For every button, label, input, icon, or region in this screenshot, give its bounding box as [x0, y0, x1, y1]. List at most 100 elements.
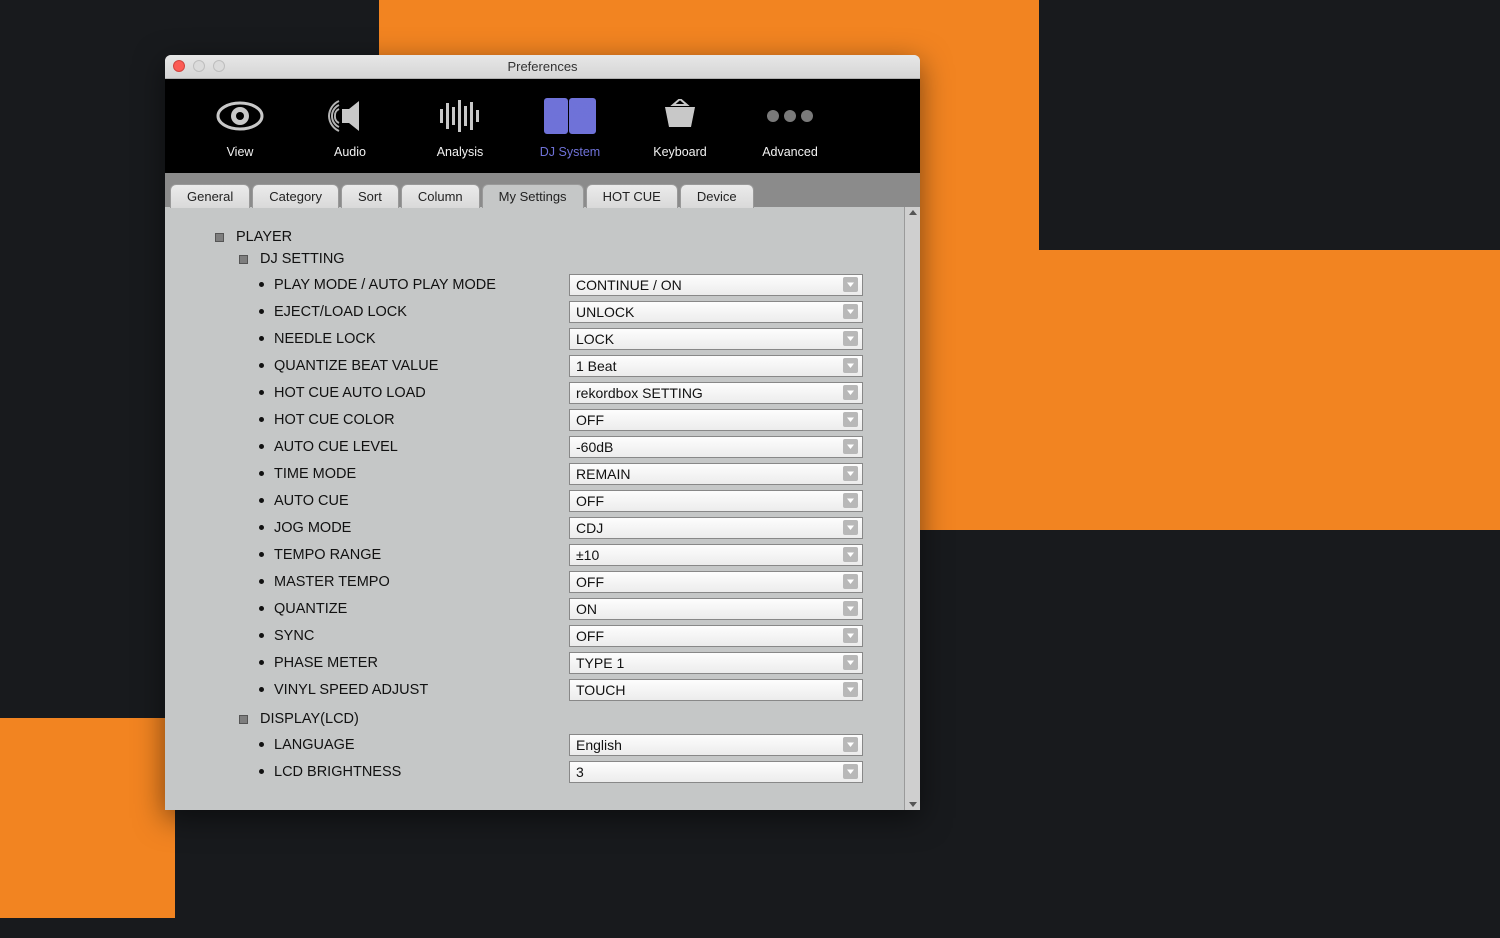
bullet-icon	[259, 579, 264, 584]
window-close-button[interactable]	[173, 60, 185, 72]
square-marker-icon	[215, 233, 224, 242]
tab-column[interactable]: Column	[401, 184, 480, 208]
chevron-down-icon	[843, 412, 858, 427]
window-titlebar: Preferences	[165, 55, 920, 79]
setting-row-lcd-brightness: LCD BRIGHTNESS3	[259, 758, 874, 785]
tab-category[interactable]: Category	[252, 184, 339, 208]
setting-label: LCD BRIGHTNESS	[274, 764, 569, 780]
chevron-down-icon	[843, 358, 858, 373]
bullet-icon	[259, 390, 264, 395]
dropdown-value: TYPE 1	[576, 655, 624, 671]
dropdown-time-mode[interactable]: REMAIN	[569, 463, 863, 485]
dropdown-sync[interactable]: OFF	[569, 625, 863, 647]
setting-row-vinyl-speed-adjust: VINYL SPEED ADJUSTTOUCH	[259, 676, 874, 703]
dropdown-quantize[interactable]: ON	[569, 598, 863, 620]
setting-label: PHASE METER	[274, 655, 569, 671]
dropdown-value: TOUCH	[576, 682, 626, 698]
dropdown-value: OFF	[576, 628, 604, 644]
dropdown-eject-load-lock[interactable]: UNLOCK	[569, 301, 863, 323]
bullet-icon	[259, 309, 264, 314]
toolbar-label: Keyboard	[653, 145, 707, 159]
scroll-up-arrow-icon	[907, 207, 919, 219]
toolbar-analysis[interactable]: Analysis	[425, 91, 495, 159]
toolbar-keyboard[interactable]: Keyboard	[645, 91, 715, 159]
setting-row-phase-meter: PHASE METER TYPE 1	[259, 649, 874, 676]
bullet-icon	[259, 552, 264, 557]
window-minimize-button[interactable]	[193, 60, 205, 72]
toolbar-audio[interactable]: Audio	[315, 91, 385, 159]
setting-row-quantize-beat-value: QUANTIZE BEAT VALUE1 Beat	[259, 352, 874, 379]
window-title: Preferences	[507, 59, 577, 74]
scrollbar-vertical[interactable]	[904, 207, 920, 810]
subsection-display-lcd: DISPLAY(LCD)	[239, 711, 874, 727]
dropdown-hot-cue-auto-load[interactable]: rekordbox SETTING	[569, 382, 863, 404]
chevron-down-icon	[843, 601, 858, 616]
setting-row-hot-cue-auto-load: HOT CUE AUTO LOADrekordbox SETTING	[259, 379, 874, 406]
tab-sort[interactable]: Sort	[341, 184, 399, 208]
dropdown-tempo-range[interactable]: ±10	[569, 544, 863, 566]
dropdown-vinyl-speed-adjust[interactable]: TOUCH	[569, 679, 863, 701]
setting-row-master-tempo: MASTER TEMPOOFF	[259, 568, 874, 595]
more-dots-icon	[765, 91, 815, 141]
tab-hot-cue[interactable]: HOT CUE	[586, 184, 678, 208]
dropdown-needle-lock[interactable]: LOCK	[569, 328, 863, 350]
chevron-down-icon	[843, 277, 858, 292]
setting-label: TIME MODE	[274, 466, 569, 482]
dropdown-jog-mode[interactable]: CDJ	[569, 517, 863, 539]
dj-system-icon	[544, 91, 596, 141]
toolbar-advanced[interactable]: Advanced	[755, 91, 825, 159]
dropdown-auto-cue-level[interactable]: -60dB	[569, 436, 863, 458]
chevron-down-icon	[843, 304, 858, 319]
chevron-down-icon	[843, 331, 858, 346]
setting-row-tempo-range: TEMPO RANGE ±10	[259, 541, 874, 568]
bullet-icon	[259, 633, 264, 638]
dropdown-value: LOCK	[576, 331, 614, 347]
waveform-bars-icon	[438, 91, 482, 141]
dropdown-auto-cue[interactable]: OFF	[569, 490, 863, 512]
toolbar-dj-system[interactable]: DJ System	[535, 91, 605, 159]
chevron-down-icon	[843, 385, 858, 400]
dropdown-phase-meter[interactable]: TYPE 1	[569, 652, 863, 674]
setting-row-time-mode: TIME MODEREMAIN	[259, 460, 874, 487]
bullet-icon	[259, 471, 264, 476]
setting-row-auto-cue: AUTO CUEOFF	[259, 487, 874, 514]
tab-my-settings[interactable]: My Settings	[482, 184, 584, 208]
setting-label: TEMPO RANGE	[274, 547, 569, 563]
setting-label: QUANTIZE	[274, 601, 569, 617]
dropdown-hot-cue-color[interactable]: OFF	[569, 409, 863, 431]
dropdown-value: UNLOCK	[576, 304, 634, 320]
chevron-down-icon	[843, 547, 858, 562]
dropdown-language[interactable]: English	[569, 734, 863, 756]
square-marker-icon	[239, 715, 248, 724]
setting-label: JOG MODE	[274, 520, 569, 536]
toolbar-label: Analysis	[437, 145, 484, 159]
dropdown-master-tempo[interactable]: OFF	[569, 571, 863, 593]
chevron-down-icon	[843, 466, 858, 481]
dropdown-value: CONTINUE / ON	[576, 277, 682, 293]
bullet-icon	[259, 417, 264, 422]
chevron-down-icon	[843, 628, 858, 643]
chevron-down-icon	[843, 764, 858, 779]
section-header-player: PLAYER	[215, 229, 874, 245]
setting-row-play-mode-auto-play-mode: PLAY MODE / AUTO PLAY MODECONTINUE / ON	[259, 271, 874, 298]
window-traffic-lights	[173, 60, 225, 72]
toolbar-label: Advanced	[762, 145, 818, 159]
dropdown-quantize-beat-value[interactable]: 1 Beat	[569, 355, 863, 377]
dropdown-value: 1 Beat	[576, 358, 616, 374]
dropdown-value: rekordbox SETTING	[576, 385, 703, 401]
scroll-down-arrow-icon	[907, 798, 919, 810]
dropdown-value: ±10	[576, 547, 599, 563]
bullet-icon	[259, 769, 264, 774]
dropdown-play-mode-auto-play-mode[interactable]: CONTINUE / ON	[569, 274, 863, 296]
bullet-icon	[259, 525, 264, 530]
setting-row-quantize: QUANTIZEON	[259, 595, 874, 622]
toolbar-label: Audio	[334, 145, 366, 159]
bullet-icon	[259, 336, 264, 341]
toolbar-view[interactable]: View	[205, 91, 275, 159]
tab-device[interactable]: Device	[680, 184, 754, 208]
setting-label: MASTER TEMPO	[274, 574, 569, 590]
window-zoom-button[interactable]	[213, 60, 225, 72]
tab-general[interactable]: General	[170, 184, 250, 208]
dropdown-value: OFF	[576, 493, 604, 509]
dropdown-lcd-brightness[interactable]: 3	[569, 761, 863, 783]
